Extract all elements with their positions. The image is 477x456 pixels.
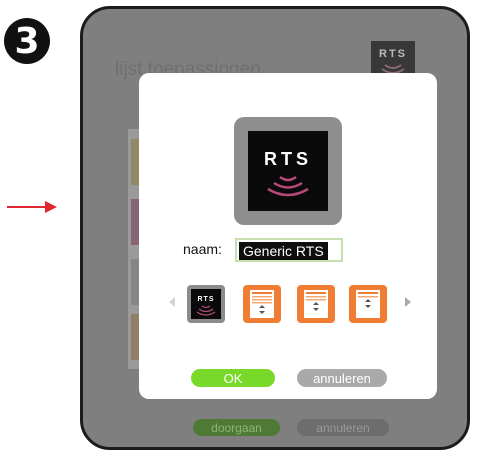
blind-icon: [356, 290, 380, 318]
cancel-button[interactable]: annuleren: [297, 369, 387, 387]
rts-icon: RTS: [191, 289, 221, 319]
background-cancel-button: annuleren: [297, 419, 389, 436]
rts-icon-text: RTS: [264, 149, 312, 169]
icon-option-blind[interactable]: [243, 285, 281, 323]
previous-icons-arrow[interactable]: [169, 297, 175, 307]
step-number-badge: 3: [4, 18, 50, 64]
ok-button[interactable]: OK: [191, 369, 275, 387]
name-input-value: Generic RTS: [239, 242, 328, 260]
rts-option-text: RTS: [198, 296, 215, 303]
name-label: naam:: [183, 241, 222, 257]
name-input[interactable]: Generic RTS: [235, 238, 343, 262]
icon-option-blind[interactable]: [297, 285, 335, 323]
icon-option-rts[interactable]: RTS: [187, 285, 225, 323]
rts-icon: RTS: [248, 131, 328, 211]
edit-application-dialog: RTS naam: Generic RTS RTS OK annuleren: [139, 73, 437, 399]
next-icons-arrow[interactable]: [405, 297, 411, 307]
selected-app-icon: RTS: [234, 117, 342, 225]
icon-option-blind[interactable]: [349, 285, 387, 323]
red-arrow-icon: [7, 201, 57, 213]
background-continue-button: doorgaan: [193, 419, 280, 436]
background-rts-text: RTS: [379, 48, 407, 60]
device-screen: lijst toepassingen RTS doorgaan annulere…: [80, 6, 470, 450]
blind-icon: [304, 290, 328, 318]
blind-icon: [250, 290, 274, 318]
